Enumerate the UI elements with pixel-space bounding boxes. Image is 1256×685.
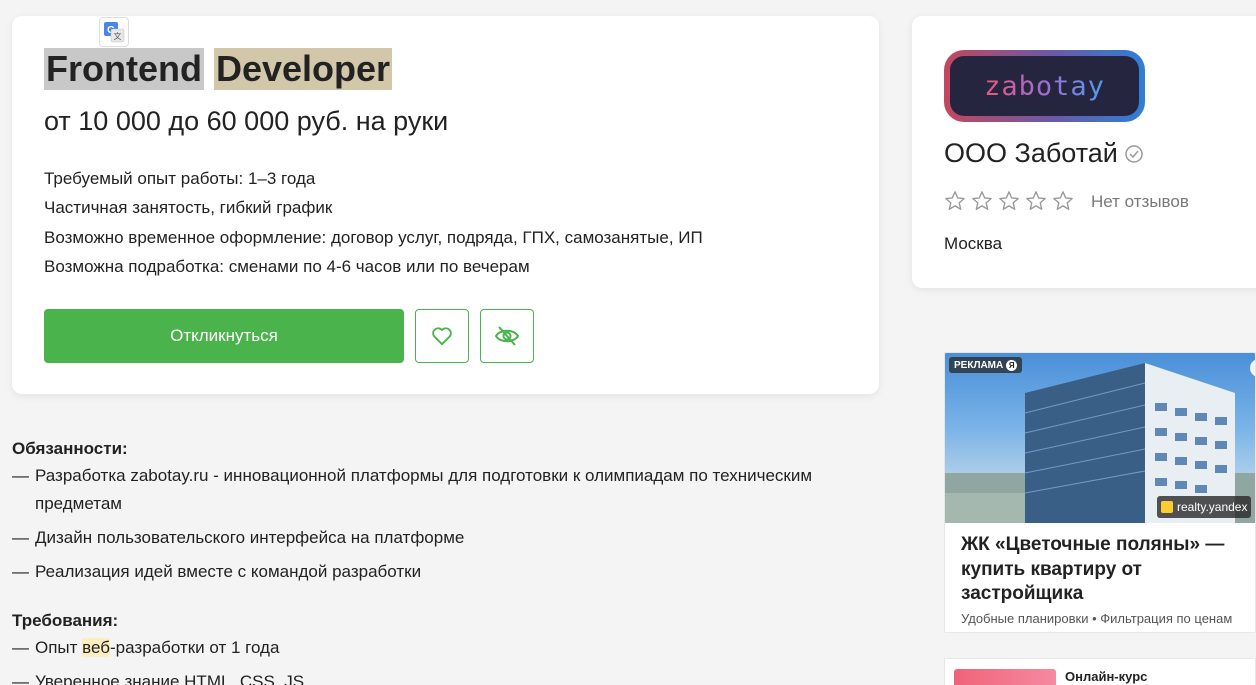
star-icon [1052, 190, 1079, 214]
course-ad-card[interactable]: Онлайн-курс [944, 658, 1256, 685]
requirement-text: -разработки от 1 года [110, 638, 280, 657]
yandex-logo-icon: Я [1006, 359, 1018, 371]
company-card: zabotay ООО Заботай Нет отзывов Москва [912, 16, 1256, 288]
favorite-button[interactable] [415, 309, 469, 363]
course-thumbnail [954, 669, 1056, 685]
star-icon [971, 190, 998, 214]
vacancy-title-part1: Frontend [44, 48, 204, 90]
ad-subtitle: Удобные планировки • Фильтрация по ценам [961, 611, 1233, 626]
ad-source: realty.yandex [1157, 496, 1252, 518]
company-logo-text: zabotay [984, 70, 1105, 102]
eye-off-icon [494, 326, 520, 346]
ad-badge-label: РЕКЛАМА [954, 359, 1004, 371]
ad-card[interactable]: РЕКЛАМА Я realty.yandex ЖК «Цветочные пол… [944, 352, 1256, 633]
requirement-item: Опыт веб-разработки от 1 года [12, 634, 882, 662]
requirement-item: Уверенное знание HTML, CSS, JS [12, 668, 882, 685]
duties-heading: Обязанности: [12, 439, 128, 458]
company-logo[interactable]: zabotay [944, 50, 1145, 122]
requirement-text: Опыт [35, 638, 83, 657]
company-logo-inner: zabotay [950, 56, 1139, 116]
heart-icon [432, 327, 452, 346]
check-circle-icon [1124, 144, 1144, 164]
vacancy-conditions: Требуемый опыт работы: 1–3 года Частична… [44, 164, 703, 281]
svg-text:文: 文 [114, 31, 122, 41]
ad-image: РЕКЛАМА Я realty.yandex [945, 353, 1255, 523]
vacancy-description: Обязанности: Разработка zabotay.ru - инн… [12, 436, 882, 685]
vacancy-title-part2: Developer [213, 48, 393, 90]
house-icon [1161, 501, 1173, 513]
ad-title[interactable]: ЖК «Цветочные поляны» — купить квартиру … [961, 533, 1251, 607]
company-name[interactable]: ООО Заботай [944, 138, 1118, 169]
google-translate-icon[interactable]: G 文 [99, 17, 129, 47]
duty-item: Разработка zabotay.ru - инновационной пл… [12, 462, 882, 518]
company-city: Москва [944, 234, 1003, 253]
star-icon [1025, 190, 1052, 214]
hide-vacancy-button[interactable] [480, 309, 534, 363]
requirements-heading: Требования: [12, 611, 119, 630]
condition-part-time: Возможна подработка: сменами по 4-6 часо… [44, 256, 530, 276]
star-icon [998, 190, 1025, 214]
apply-button[interactable]: Откликнуться [44, 309, 404, 363]
duty-item: Реализация идей вместе с командой разраб… [12, 558, 882, 586]
condition-employment: Частичная занятость, гибкий график [44, 198, 333, 218]
highlighted-word: веб [82, 638, 111, 657]
company-name-row: ООО Заботай [944, 138, 1144, 169]
course-label: Онлайн-курс [1065, 669, 1148, 684]
duty-item: Дизайн пользовательского интерфейса на п… [12, 524, 882, 552]
ad-source-label: realty.yandex [1177, 500, 1248, 514]
condition-experience: Требуемый опыт работы: 1–3 года [44, 169, 316, 188]
star-icon [944, 190, 971, 214]
ad-badge: РЕКЛАМА Я [949, 357, 1023, 373]
condition-contract: Возможно временное оформление: договор у… [44, 227, 703, 247]
salary: от 10 000 до 60 000 руб. на руки [44, 106, 449, 136]
company-rating: Нет отзывов [944, 190, 1189, 214]
reviews-link[interactable]: Нет отзывов [1091, 192, 1189, 212]
vacancy-title: Frontend Developer [44, 48, 393, 90]
